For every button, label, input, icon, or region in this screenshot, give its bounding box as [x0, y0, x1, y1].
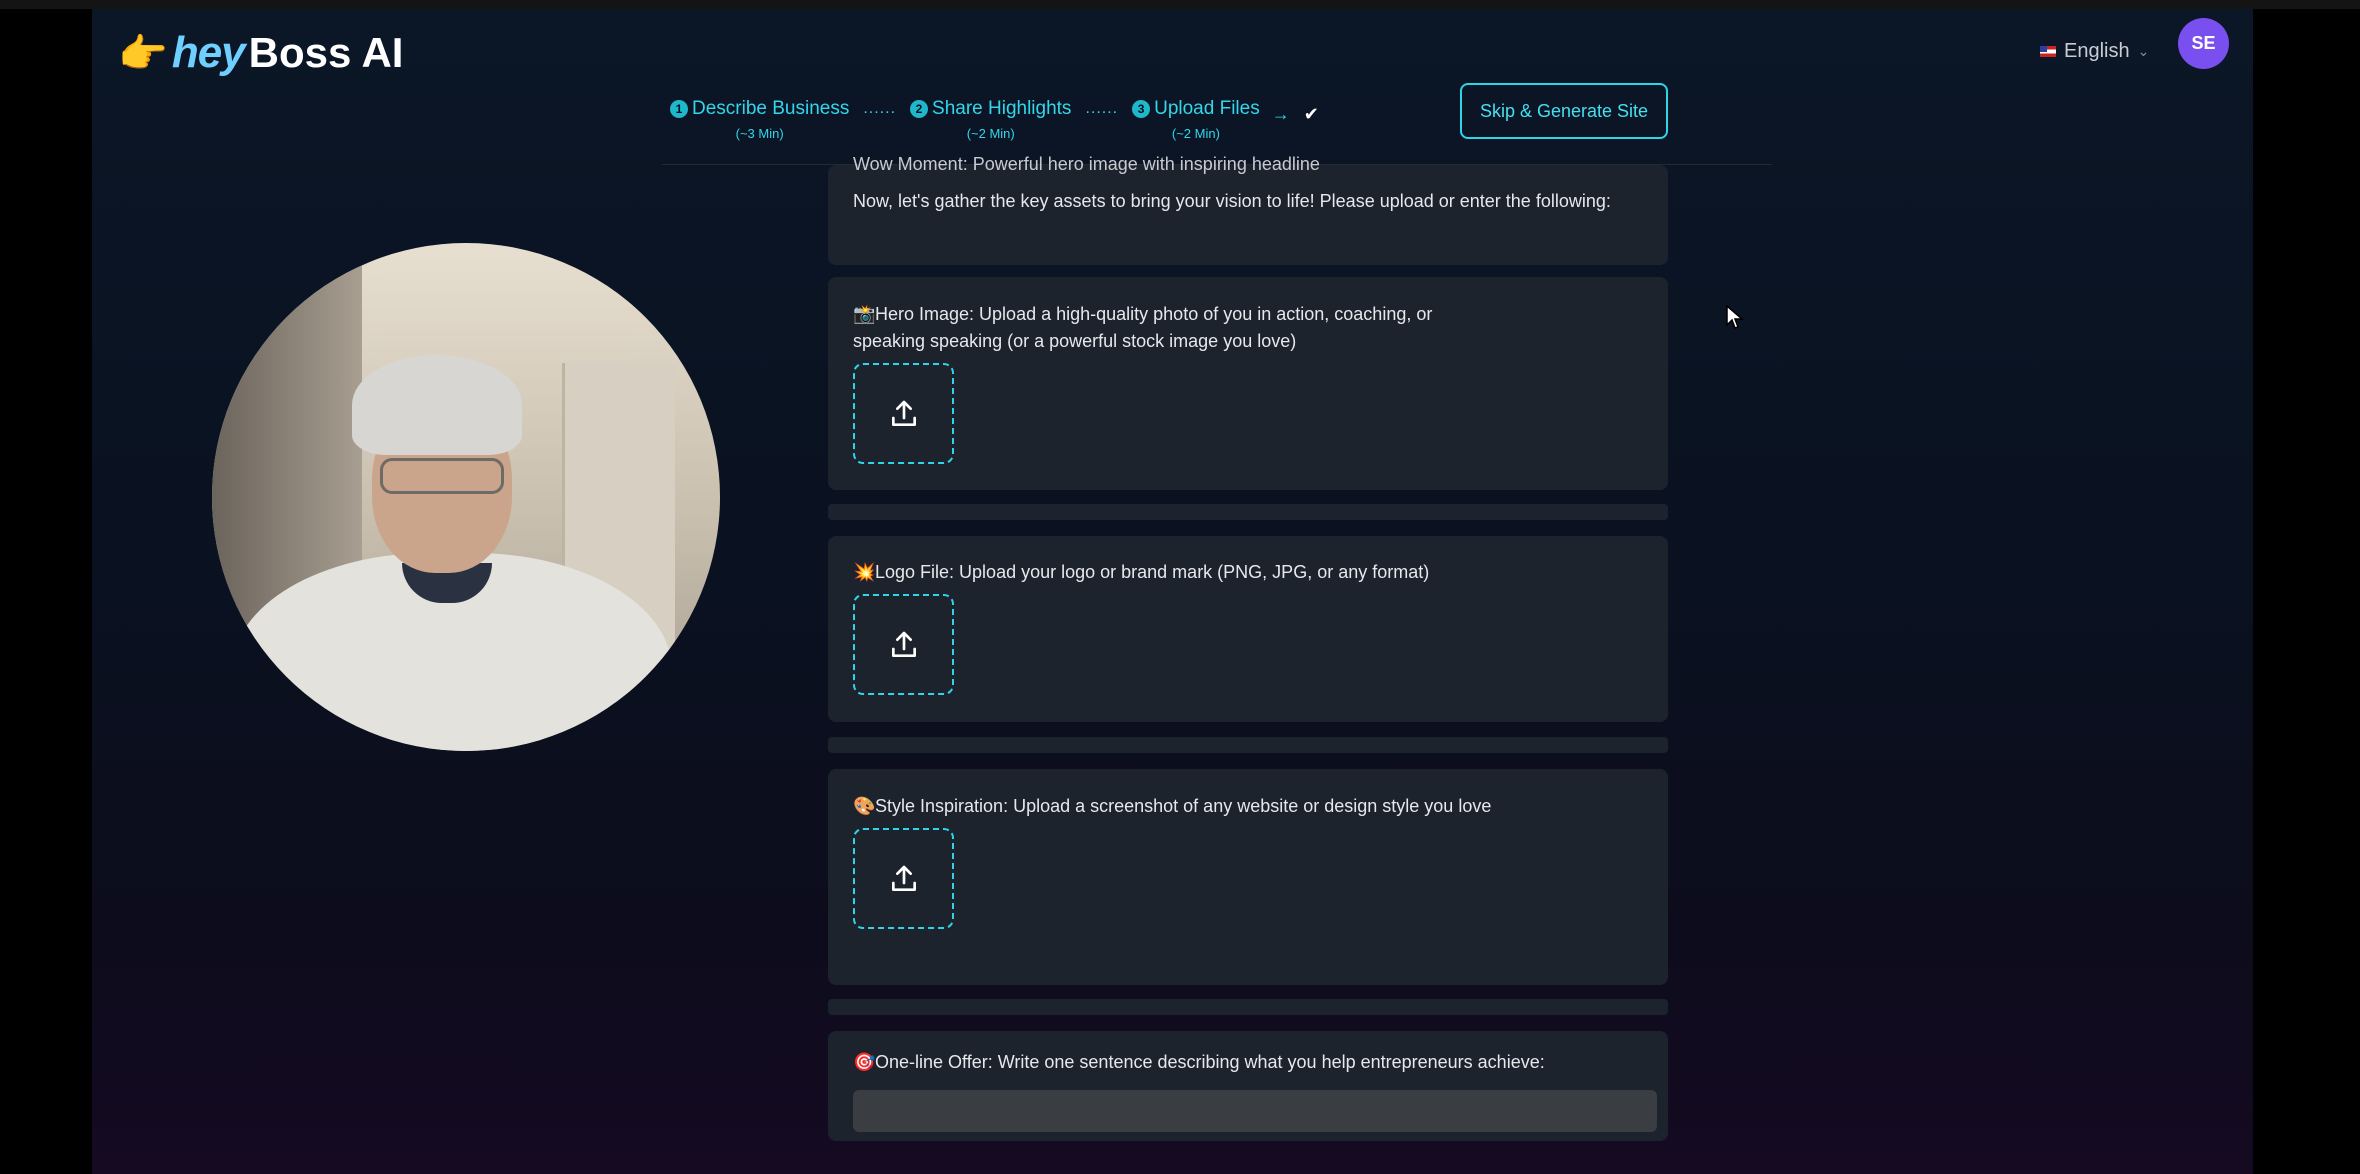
step-separator: ......: [1085, 100, 1119, 117]
step-share-highlights[interactable]: 2 Share Highlights (~2 Min): [910, 98, 1071, 141]
one-line-offer-input[interactable]: [853, 1090, 1657, 1132]
window-top-strip: [0, 0, 2360, 9]
intro-cut-line: Wow Moment: Powerful hero image with ins…: [853, 154, 1320, 174]
step-number: 1: [670, 100, 688, 118]
chevron-down-icon: ⌄: [2137, 42, 2150, 59]
hero-image-panel: 📸Hero Image: Upload a high-quality photo…: [828, 277, 1668, 490]
style-inspiration-label: 🎨Style Inspiration: Upload a screenshot …: [853, 793, 1493, 820]
step-label: Share Highlights: [932, 98, 1072, 119]
upload-icon: [891, 631, 916, 657]
collision-icon: 💥: [853, 562, 876, 582]
one-line-offer-panel: 🎯One-line Offer: Write one sentence desc…: [828, 1031, 1668, 1141]
upload-icon: [891, 865, 916, 891]
step-label: Upload Files: [1154, 98, 1260, 119]
webcam-video-bubble: [212, 243, 720, 751]
heyboss-logo[interactable]: 👉 hey Boss AI: [118, 23, 403, 83]
target-icon: 🎯: [853, 1052, 876, 1072]
hero-image-label: 📸Hero Image: Upload a high-quality photo…: [853, 301, 1493, 355]
one-line-offer-label: 🎯One-line Offer: Write one sentence desc…: [853, 1049, 1643, 1076]
step-duration: (~3 Min): [735, 126, 784, 141]
language-label: English: [2064, 39, 2130, 62]
app-window: 👉 hey Boss AI English ⌄ SE 1 Describe Bu…: [92, 9, 2253, 1174]
panel-spacer: [828, 737, 1668, 753]
us-flag-icon: [2040, 45, 2056, 57]
step-upload-files[interactable]: 3 Upload Files (~2 Min): [1132, 98, 1260, 141]
user-avatar[interactable]: SE: [2178, 18, 2229, 69]
palette-icon: 🎨: [853, 796, 876, 816]
panel-spacer: [828, 504, 1668, 520]
checkmark-icon: ✔: [1303, 104, 1319, 124]
panel-spacer: [828, 999, 1668, 1015]
upload-icon: [891, 400, 916, 426]
intro-message-panel: Wow Moment: Powerful hero image with ins…: [828, 154, 1668, 265]
language-selector[interactable]: English ⌄: [2040, 37, 2149, 65]
step-duration: (~2 Min): [966, 126, 1015, 141]
step-describe-business[interactable]: 1 Describe Business (~3 Min): [670, 98, 849, 141]
camera-icon: 📸: [853, 304, 876, 324]
style-inspiration-panel: 🎨Style Inspiration: Upload a screenshot …: [828, 769, 1668, 985]
logo-file-label: 💥Logo File: Upload your logo or brand ma…: [853, 559, 1643, 586]
step-label: Describe Business: [692, 98, 850, 119]
skip-generate-site-button[interactable]: Skip & Generate Site: [1460, 83, 1668, 139]
intro-text: Now, let's gather the key assets to brin…: [853, 191, 1611, 211]
logo-file-panel: 💥Logo File: Upload your logo or brand ma…: [828, 536, 1668, 722]
logo-hey-text: hey: [171, 28, 246, 77]
step-number: 3: [1132, 100, 1151, 118]
step-separator: ......: [863, 100, 897, 117]
step-duration: (~2 Min): [1171, 126, 1220, 141]
logo-boss-text: Boss AI: [248, 29, 404, 76]
progress-stepper: 1 Describe Business (~3 Min) ...... 2 Sh…: [670, 98, 1319, 141]
logo-file-upload[interactable]: [853, 594, 954, 695]
arrow-right-icon: →: [1271, 104, 1290, 124]
style-inspiration-upload[interactable]: [853, 828, 954, 929]
step-number: 2: [910, 100, 929, 118]
pointing-hand-icon: 👉: [118, 31, 168, 76]
hero-image-upload[interactable]: [853, 363, 954, 464]
